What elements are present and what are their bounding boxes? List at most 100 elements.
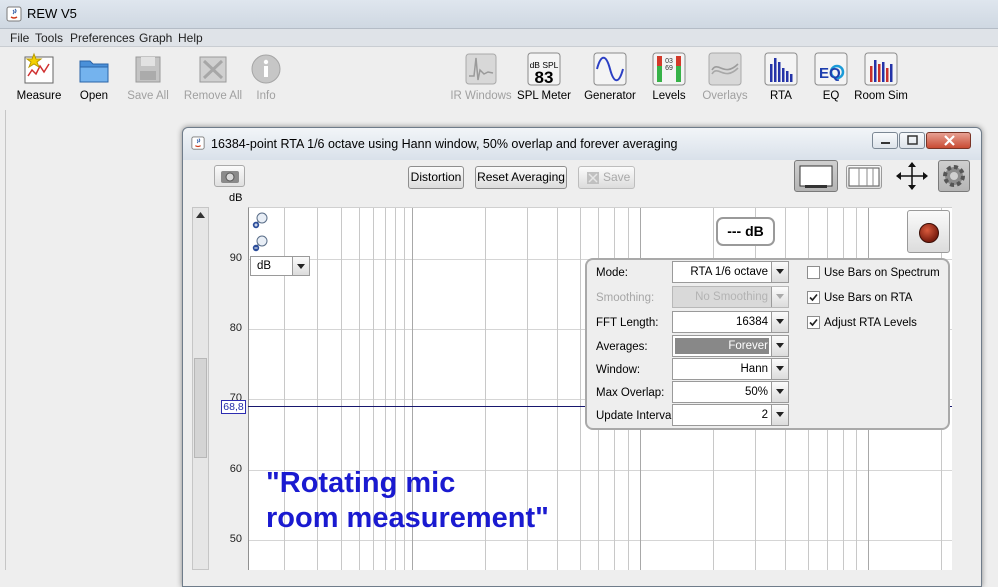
ir-windows-icon: [465, 53, 497, 85]
overlays-icon: [708, 52, 742, 86]
rta-window-title-bar[interactable]: 16384-point RTA 1/6 octave using Hann wi…: [183, 128, 981, 160]
graph-view-icon: [799, 165, 833, 188]
fft-length-select[interactable]: 16384: [672, 311, 789, 333]
maximize-icon: [907, 135, 918, 145]
menu-preferences[interactable]: Preferences: [70, 31, 135, 45]
app-title: REW V5: [27, 6, 77, 21]
chevron-down-icon: [771, 336, 788, 356]
use-bars-spectrum-label: Use Bars on Spectrum: [824, 267, 940, 279]
checkmark-icon: [809, 318, 818, 327]
rta-icon: [764, 52, 798, 86]
main-toolbar: Measure Open Save All Remove All Info IR…: [0, 47, 998, 110]
menu-graph[interactable]: Graph: [139, 31, 172, 45]
menu-help[interactable]: Help: [178, 31, 203, 45]
distortion-button[interactable]: Distortion: [408, 166, 464, 189]
folder-open-icon: [79, 60, 109, 83]
checkmark-icon: [809, 293, 818, 302]
resize-button[interactable]: [893, 160, 931, 192]
zoom-out-icon[interactable]: [252, 234, 270, 252]
bars-view-button[interactable]: [846, 165, 882, 189]
ir-windows-button[interactable]: IR Windows: [446, 52, 516, 102]
grid-line: [580, 208, 581, 570]
y-tick-label: 90: [229, 252, 242, 264]
measure-icon: [24, 52, 54, 84]
unit-select[interactable]: dB: [250, 256, 310, 276]
chevron-down-icon: [292, 257, 309, 275]
mode-label: Mode:: [596, 267, 628, 279]
y-tick-label: 50: [229, 533, 242, 545]
use-bars-rta-label: Use Bars on RTA: [824, 292, 913, 304]
level-readout: --- dB: [716, 217, 775, 246]
close-button[interactable]: [926, 132, 971, 149]
scroll-up-icon[interactable]: [193, 208, 208, 222]
room-sim-icon: [864, 52, 898, 86]
y-tick-label: 80: [229, 322, 242, 334]
workspace-divider: [5, 110, 6, 570]
scrollbar-thumb[interactable]: [194, 358, 207, 458]
use-bars-spectrum-checkbox[interactable]: [807, 266, 820, 279]
chevron-down-icon: [771, 359, 788, 379]
eq-icon-text: EQ: [819, 65, 841, 82]
max-overlap-label: Max Overlap:: [596, 387, 665, 399]
java-app-icon: [191, 136, 205, 150]
reset-averaging-button[interactable]: Reset Averaging: [475, 166, 567, 189]
info-icon: [251, 54, 281, 84]
grid-line: [249, 540, 952, 541]
chevron-down-icon: [771, 312, 788, 332]
close-icon: [944, 135, 955, 146]
generator-icon: [593, 52, 627, 86]
averages-select[interactable]: Forever: [672, 335, 789, 357]
minimize-icon: [881, 142, 890, 144]
settings-button[interactable]: [938, 160, 970, 192]
maximize-button[interactable]: [899, 132, 925, 149]
grid-line: [557, 208, 558, 570]
record-button[interactable]: [907, 210, 950, 253]
menu-file[interactable]: File: [10, 31, 29, 45]
spl-icon-value: 83: [534, 68, 554, 87]
screenshot-button[interactable]: [214, 165, 245, 187]
menu-tools[interactable]: Tools: [35, 31, 63, 45]
adjust-rta-levels-checkbox[interactable]: [807, 316, 820, 329]
room-sim-button[interactable]: Room Sim: [846, 52, 916, 102]
gear-icon: [943, 165, 965, 187]
annotation-text: "Rotating mic room measurement": [266, 467, 549, 534]
averages-label: Averages:: [596, 341, 648, 353]
window-label: Window:: [596, 364, 641, 376]
y-tick-label: 60: [229, 463, 242, 475]
chevron-down-icon: [771, 382, 788, 402]
zoom-in-icon[interactable]: [252, 211, 270, 229]
rta-window-title: 16384-point RTA 1/6 octave using Hann wi…: [211, 137, 678, 151]
use-bars-rta-checkbox[interactable]: [807, 291, 820, 304]
chevron-down-icon: [771, 287, 788, 307]
java-app-icon: [6, 6, 22, 22]
adjust-rta-levels-label: Adjust RTA Levels: [824, 317, 917, 329]
chevron-down-icon: [771, 262, 788, 282]
update-interval-label: Update Interval:: [596, 410, 678, 422]
main-title-bar: REW V5: [0, 0, 998, 29]
levels-icon-scale: 0369: [665, 58, 673, 72]
minimize-button[interactable]: [872, 132, 898, 149]
smoothing-select[interactable]: No Smoothing: [672, 286, 789, 308]
move-arrows-icon: [896, 162, 928, 190]
vertical-scrollbar[interactable]: [192, 207, 209, 570]
remove-all-icon: [199, 56, 227, 83]
info-button[interactable]: Info: [231, 52, 301, 102]
record-icon: [919, 223, 939, 243]
spl-meter-button[interactable]: dB SPL 83 SPL Meter: [509, 52, 579, 102]
update-interval-select[interactable]: 2: [672, 404, 789, 426]
save-all-button[interactable]: Save All: [113, 52, 183, 102]
max-overlap-select[interactable]: 50%: [672, 381, 789, 403]
mode-select[interactable]: RTA 1/6 octave: [672, 261, 789, 283]
graph-view-button[interactable]: [794, 160, 838, 192]
save-all-icon: [135, 56, 161, 83]
columns-icon: [848, 167, 880, 187]
menu-bar: File Tools Preferences Graph Help: [0, 29, 998, 47]
smoothing-label: Smoothing:: [596, 292, 655, 304]
save-icon: [587, 172, 599, 184]
level-marker: 68,8: [221, 400, 246, 414]
y-axis-unit: dB: [229, 192, 243, 204]
window-select[interactable]: Hann: [672, 358, 789, 380]
save-button[interactable]: Save: [578, 166, 635, 189]
chevron-down-icon: [771, 405, 788, 425]
camera-icon: [221, 171, 239, 183]
